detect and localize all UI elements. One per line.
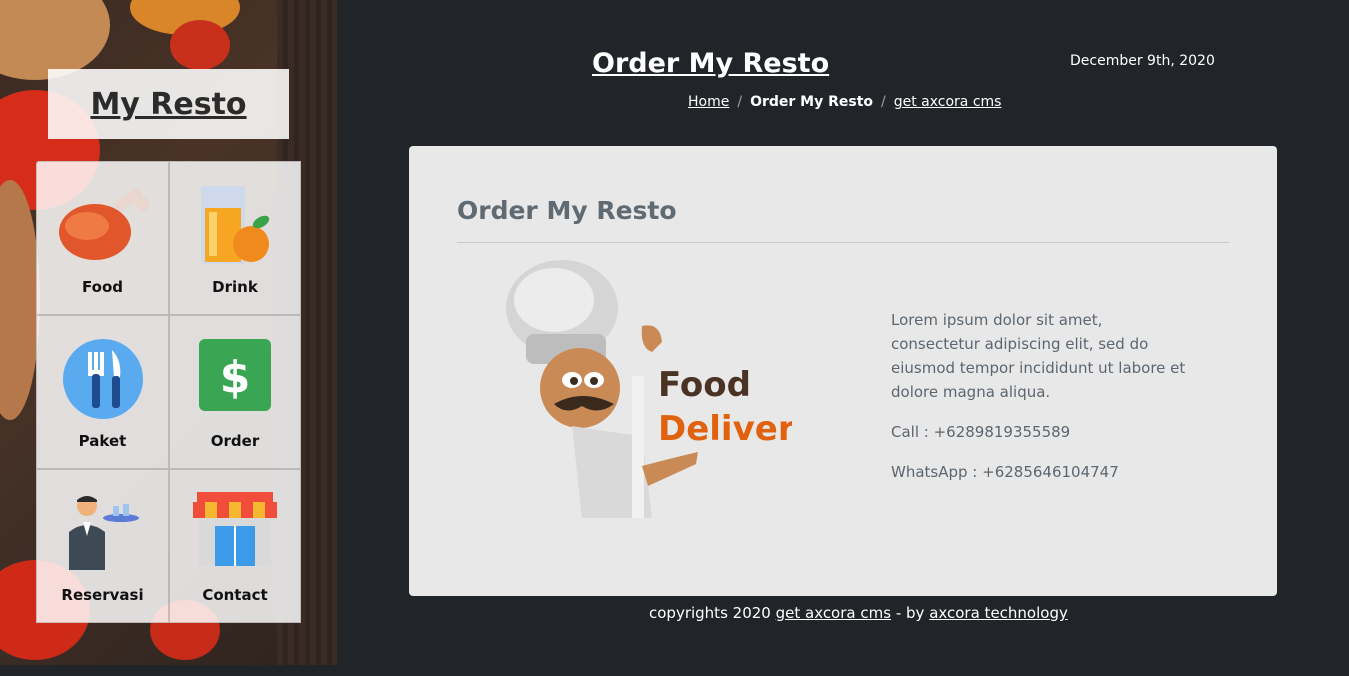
menu-item-label: Order	[210, 432, 260, 450]
card-divider	[457, 242, 1229, 243]
breadcrumb-current: Order My Resto	[750, 94, 874, 110]
dollar-icon: $	[199, 339, 271, 411]
fork-knife-icon	[62, 339, 143, 419]
menu-item-label: Food	[82, 278, 123, 296]
page-title[interactable]: Order My Resto	[592, 48, 829, 79]
storefront-icon	[193, 492, 277, 566]
menu-item-reservasi[interactable]: Reservasi	[36, 469, 169, 623]
chef-food-delivery-image: Food Delivery	[506, 260, 792, 518]
card-title: Order My Resto	[457, 196, 677, 225]
contact-whatsapp: WhatsApp : +6285646104747	[891, 463, 1119, 481]
content-card: Order My Resto Food Delivery Lorem ipsum…	[409, 146, 1277, 596]
waiter-icon	[68, 496, 139, 570]
breadcrumb-separator: /	[737, 94, 743, 110]
footer-copyright: copyrights 2020	[649, 604, 771, 622]
menu-item-contact[interactable]: Contact	[169, 469, 301, 623]
contact-call: Call : +6289819355589	[891, 423, 1071, 441]
menu-item-paket[interactable]: Paket	[36, 315, 169, 469]
sidebar: My Resto Food Drink Paket $ Order Reserv…	[0, 0, 337, 665]
footer: copyrights 2020 get axcora cms - by axco…	[649, 604, 1068, 622]
card-text: Lorem ipsum dolor sit amet, consectetur …	[891, 308, 1191, 500]
menu-item-label: Drink	[212, 278, 258, 296]
date-text: December 9th, 2020	[1070, 53, 1215, 69]
footer-by: - by	[895, 604, 925, 622]
menu-item-label: Reservasi	[61, 586, 144, 604]
menu-item-label: Contact	[202, 586, 268, 604]
menu-item-drink[interactable]: Drink	[169, 161, 301, 315]
footer-company-link[interactable]: axcora technology	[929, 604, 1068, 622]
background-bread-decoration	[0, 180, 40, 420]
background-bread-decoration	[0, 0, 110, 80]
image-text-delivery: Delivery	[658, 409, 792, 449]
footer-cms-link[interactable]: get axcora cms	[776, 604, 891, 622]
breadcrumb: Home / Order My Resto / get axcora cms	[688, 94, 1001, 110]
menu-item-food[interactable]: Food	[36, 161, 169, 315]
menu-grid: Food Drink Paket $ Order Reservasi Conta…	[36, 161, 301, 623]
breadcrumb-separator: /	[881, 94, 886, 110]
menu-item-order[interactable]: $ Order	[169, 315, 301, 469]
svg-text:$: $	[220, 352, 251, 403]
chicken-leg-icon	[58, 189, 149, 260]
breadcrumb-cms-link[interactable]: get axcora cms	[894, 94, 1002, 110]
brand-link[interactable]: My Resto	[90, 87, 246, 122]
image-text-food: Food	[658, 365, 751, 405]
juice-glass-icon	[201, 186, 270, 264]
background-tomato-decoration	[170, 20, 230, 70]
breadcrumb-home-link[interactable]: Home	[688, 94, 729, 110]
card-description: Lorem ipsum dolor sit amet, consectetur …	[891, 311, 1186, 401]
menu-item-label: Paket	[78, 432, 127, 450]
brand-box: My Resto	[48, 69, 289, 139]
